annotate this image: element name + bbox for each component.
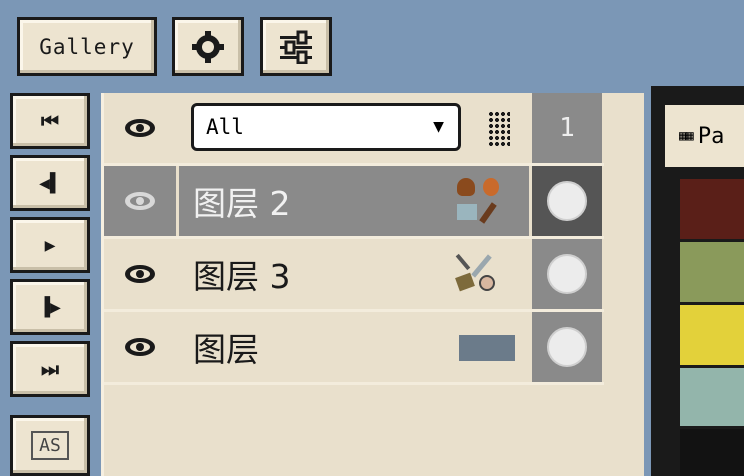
palette-swatch[interactable]: [680, 179, 744, 239]
chevron-down-icon: ▼: [433, 116, 444, 137]
layer-filter-select[interactable]: All ▼: [191, 103, 461, 151]
layer-row[interactable]: 图层 2: [104, 166, 604, 236]
layer-frame-cell[interactable]: [532, 239, 602, 309]
eye-icon: [125, 265, 155, 283]
layer-name: 图层 3: [193, 257, 291, 296]
gallery-label: Gallery: [39, 34, 135, 59]
as-label: AS: [31, 431, 69, 460]
layer-name-cell[interactable]: 图层 3: [179, 239, 529, 309]
palette-swatch[interactable]: [680, 305, 744, 365]
layer-frame-cell[interactable]: [532, 166, 602, 236]
wand-icon: [479, 202, 497, 224]
play-button[interactable]: ▶: [10, 217, 90, 273]
toggle-all-visibility[interactable]: [104, 93, 176, 163]
next-frame-button[interactable]: ▐▶: [10, 279, 90, 335]
orb-icon: [479, 275, 495, 291]
layer-thumbnail-icons: [453, 249, 509, 299]
gallery-button[interactable]: Gallery: [17, 17, 157, 76]
sliders-icon: [280, 30, 312, 64]
dagger-icon: [455, 253, 471, 271]
as-button[interactable]: AS: [10, 415, 90, 476]
frame-dot: [547, 181, 587, 221]
next-frame-icon: ▐▶: [39, 296, 61, 318]
layer-name-cell[interactable]: 图层: [179, 312, 529, 382]
eye-icon: [125, 119, 155, 137]
layers-header: All ▼ 1: [104, 93, 604, 163]
palette-header[interactable]: ▦▦ Pa: [665, 105, 744, 167]
palette-swatch[interactable]: [680, 368, 744, 426]
grid-icon[interactable]: [488, 111, 510, 147]
layer-name: 图层 2: [193, 184, 291, 223]
layer-row[interactable]: 图层: [104, 312, 604, 382]
sword-icon: [471, 254, 492, 278]
layer-name: 图层: [193, 330, 259, 369]
layer-visibility-toggle[interactable]: [104, 166, 176, 236]
row-divider: [104, 382, 604, 385]
potion-icon: [483, 178, 499, 196]
prev-frame-button[interactable]: ◀▌: [10, 155, 90, 211]
gear-icon: [192, 30, 224, 63]
last-frame-icon: ⏭: [41, 357, 59, 381]
layers-panel: All ▼ 1 图层 2 图层 3 图层: [101, 93, 644, 476]
palette-swatch[interactable]: [680, 242, 744, 302]
last-frame-button[interactable]: ⏭: [10, 341, 90, 397]
prev-frame-icon: ◀▌: [39, 172, 61, 194]
heart-icon: [457, 178, 475, 196]
layer-thumbnail-icons: [453, 174, 509, 228]
palette-title: Pa: [697, 123, 725, 149]
settings-button[interactable]: [172, 17, 244, 76]
frame-dot: [547, 254, 587, 294]
layer-name-cell[interactable]: 图层 2: [179, 166, 529, 236]
first-frame-icon: ⏮: [41, 109, 59, 133]
layer-visibility-toggle[interactable]: [104, 239, 176, 309]
layer-row[interactable]: 图层 3: [104, 239, 604, 309]
grid-icon: ▦▦: [679, 128, 694, 144]
palette-swatch[interactable]: [680, 429, 744, 476]
layer-thumbnail: [459, 335, 515, 361]
hammer-icon: [457, 204, 477, 220]
frame-number-cell[interactable]: 1: [532, 93, 602, 163]
first-frame-button[interactable]: ⏮: [10, 93, 90, 149]
frame-number: 1: [559, 113, 575, 143]
layer-frame-cell[interactable]: [532, 312, 602, 382]
layer-visibility-toggle[interactable]: [104, 312, 176, 382]
eye-icon: [125, 338, 155, 356]
play-icon: ▶: [44, 234, 56, 256]
frame-dot: [547, 327, 587, 367]
adjust-button[interactable]: [260, 17, 332, 76]
eye-icon: [125, 192, 155, 210]
layer-filter-value: All: [206, 115, 244, 139]
